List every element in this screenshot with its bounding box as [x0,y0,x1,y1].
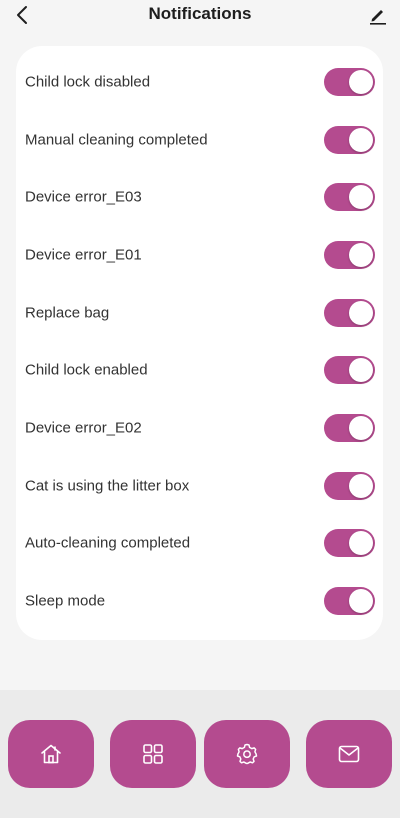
notification-row: Child lock enabled [16,341,383,399]
toggle-knob [349,69,373,94]
notification-toggle[interactable] [324,125,375,154]
notification-row: Device error_E01 [16,226,383,284]
notification-label: Device error_E03 [25,188,142,206]
settings-button[interactable] [204,720,290,788]
toggle-knob [349,415,373,440]
notification-row: Manual cleaning completed [16,111,383,169]
notification-row: Child lock disabled [16,53,383,111]
toggle-knob [349,300,373,325]
notification-label: Auto-cleaning completed [25,534,191,552]
notification-label: Sleep mode [25,592,106,610]
toggle-knob [349,589,373,614]
mail-icon [338,745,360,763]
toggle-knob [349,473,373,498]
notification-row: Device error_E03 [16,168,383,226]
notification-toggle[interactable] [324,587,375,616]
notification-row: Replace bag [16,284,383,342]
bottom-nav [0,690,400,818]
notification-row: Cat is using the litter box [16,457,383,515]
messages-button[interactable] [306,720,392,788]
toggle-knob [349,185,373,210]
home-icon [41,744,61,764]
notification-label: Device error_E02 [25,419,142,437]
devices-button[interactable] [110,720,196,788]
grid-icon [143,744,163,764]
notification-toggle[interactable] [324,471,375,500]
notification-row: Device error_E02 [16,399,383,457]
gear-icon [236,743,258,765]
toggle-knob [349,242,373,267]
notification-label: Manual cleaning completed [25,131,208,149]
notification-toggle[interactable] [324,413,375,442]
notification-label: Device error_E01 [25,246,142,264]
home-button[interactable] [8,720,94,788]
toggle-knob [349,358,373,383]
header: Notifications [0,0,400,30]
notification-label: Child lock disabled [25,73,151,91]
notification-toggle[interactable] [324,298,375,327]
notifications-screen: Notifications Child lock disabled Manual… [0,0,400,818]
notification-toggle[interactable] [324,183,375,212]
notification-label: Child lock enabled [25,361,148,379]
toggle-knob [349,531,373,556]
notification-label: Cat is using the litter box [25,477,190,495]
page-title: Notifications [148,4,252,23]
notification-toggle[interactable] [324,240,375,269]
notification-toggle[interactable] [324,356,375,385]
notification-label: Replace bag [25,304,110,322]
notification-row: Sleep mode [16,572,383,630]
toggle-knob [349,127,373,152]
notification-row: Auto-cleaning completed [16,515,383,573]
pencil-icon [370,10,386,25]
notification-toggle[interactable] [324,529,375,558]
notification-toggle[interactable] [324,67,375,96]
notifications-card: Child lock disabled Manual cleaning comp… [16,46,383,640]
edit-button[interactable] [366,3,390,27]
